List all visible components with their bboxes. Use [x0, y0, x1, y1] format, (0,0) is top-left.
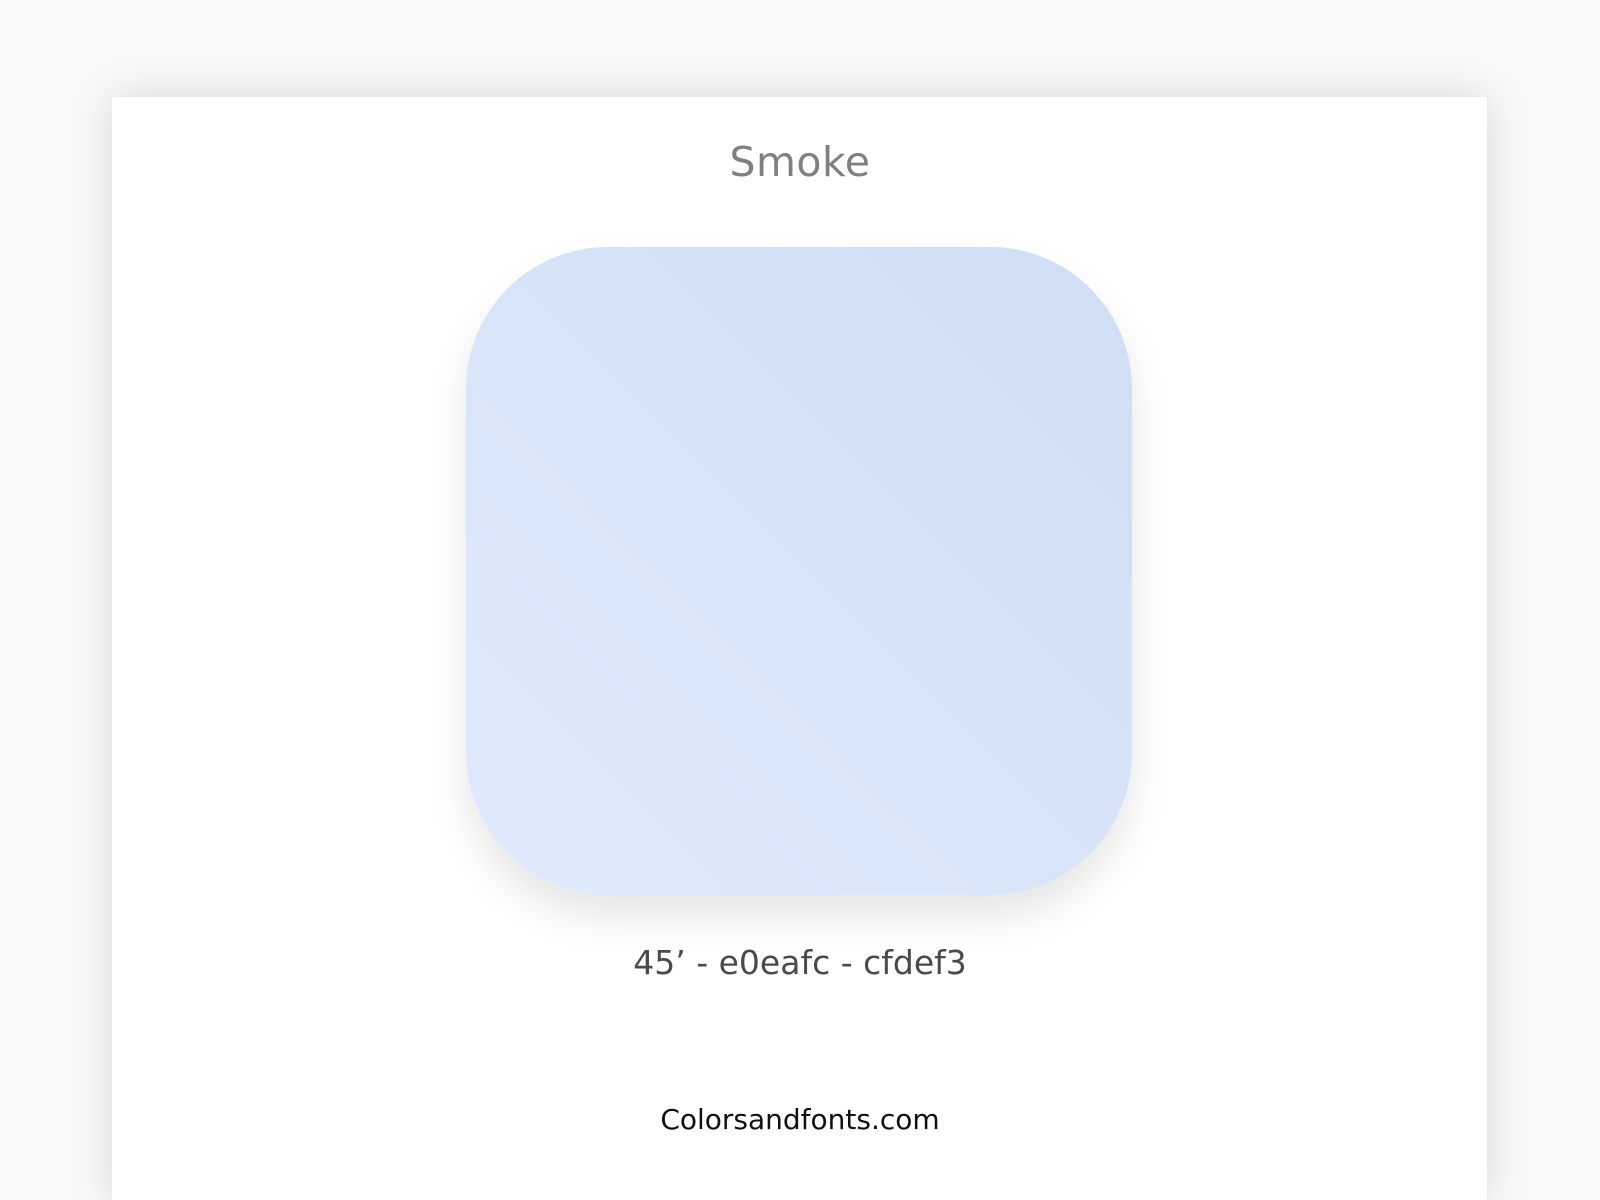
gradient-caption: 45’ - e0eafc - cfdef3 — [633, 943, 967, 982]
gradient-name: Smoke — [729, 138, 871, 186]
site-credit: Colorsandfonts.com — [660, 1103, 940, 1136]
gradient-swatch — [466, 247, 1132, 895]
